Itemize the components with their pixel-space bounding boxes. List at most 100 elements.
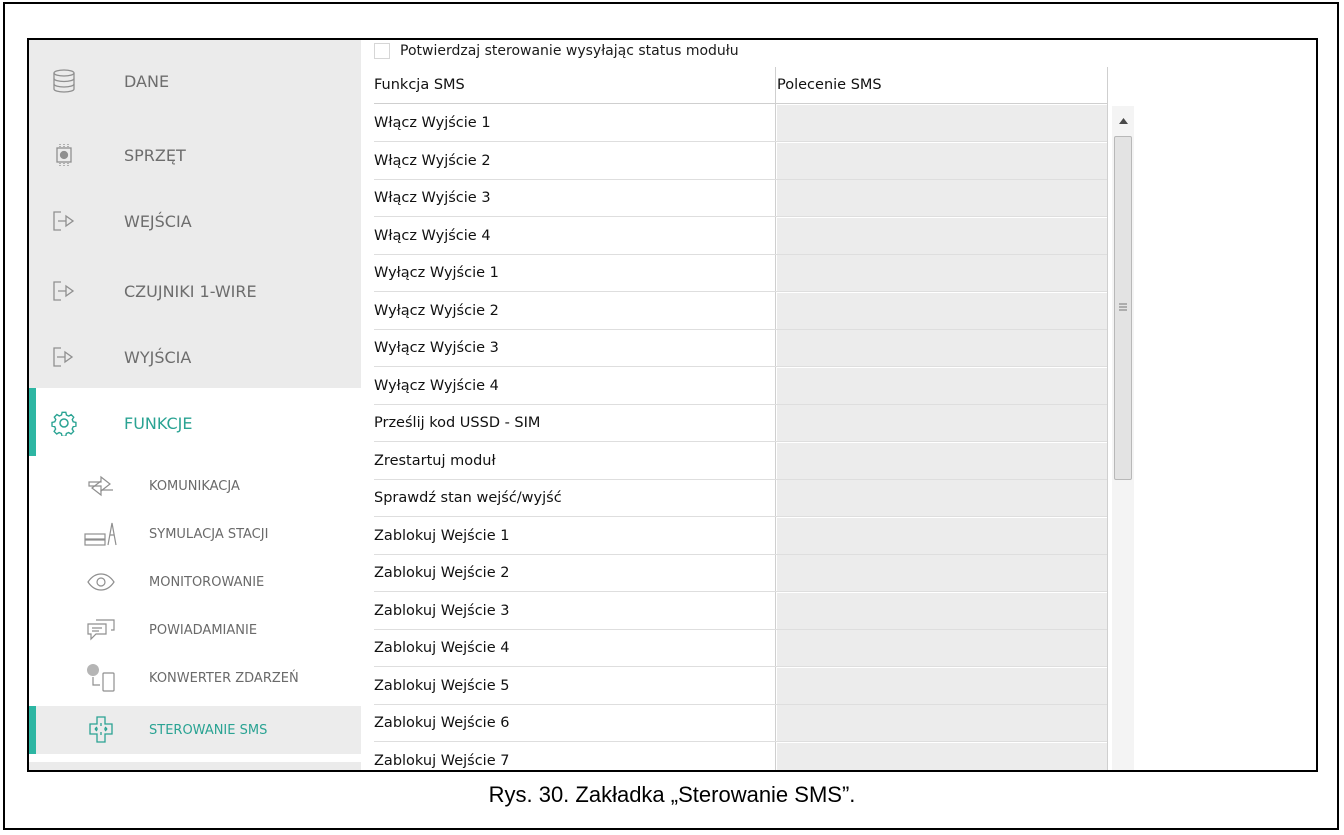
table-row[interactable]: Zablokuj Wejście 3: [374, 592, 1107, 630]
sms-command-cell[interactable]: [777, 292, 1107, 329]
sms-function-cell: Prześlij kod USSD - SIM: [374, 415, 541, 431]
table-row[interactable]: Włącz Wyjście 3: [374, 180, 1107, 217]
table-row[interactable]: Wyłącz Wyjście 1: [374, 255, 1107, 292]
sms-command-cell[interactable]: [777, 142, 1107, 179]
table-row[interactable]: Wyłącz Wyjście 4: [374, 367, 1107, 405]
table-row[interactable]: Zablokuj Wejście 6: [374, 705, 1107, 742]
submenu-item-label: SYMULACJA STACJI: [149, 526, 269, 542]
submenu-item-monitorowanie[interactable]: MONITOROWANIE: [29, 558, 361, 606]
sms-function-cell: Włącz Wyjście 4: [374, 227, 491, 244]
header-divider: [374, 103, 1107, 104]
table-row[interactable]: Zablokuj Wejście 5: [374, 667, 1107, 705]
gear-icon: [51, 410, 77, 436]
eye-icon: [84, 567, 118, 597]
communication-arrows-icon: [84, 471, 118, 501]
table-row[interactable]: Zablokuj Wejście 2: [374, 555, 1107, 592]
sms-function-cell: Włącz Wyjście 2: [374, 152, 491, 169]
grip-icon: [1119, 303, 1127, 311]
sidebar: DANE SPRZĘT WEJŚCIA CZUJNIKI 1-WIRE WYJŚ…: [29, 40, 361, 770]
sms-function-cell: Zablokuj Wejście 5: [374, 677, 510, 694]
figure-caption: Rys. 30. Zakładka „Sterowanie SMS”.: [488, 782, 856, 807]
table-row[interactable]: Zrestartuj moduł: [374, 442, 1107, 480]
app-window: DANE SPRZĘT WEJŚCIA CZUJNIKI 1-WIRE WYJŚ…: [27, 38, 1318, 772]
sidebar-item-label: WYJŚCIA: [124, 347, 192, 367]
scroll-thumb[interactable]: [1114, 136, 1132, 480]
sidebar-item-label: WEJŚCIA: [124, 211, 192, 231]
table-row[interactable]: Włącz Wyjście 1: [374, 105, 1107, 142]
sms-function-cell: Zablokuj Wejście 4: [374, 640, 510, 656]
station-icon: [84, 519, 118, 549]
sms-command-cell[interactable]: [777, 667, 1107, 704]
sidebar-item-label: DANE: [124, 71, 170, 91]
table-row[interactable]: Wyłącz Wyjście 3: [374, 330, 1107, 367]
table-row[interactable]: Wyłącz Wyjście 2: [374, 292, 1107, 330]
sms-function-cell: Zablokuj Wejście 3: [374, 602, 510, 619]
sms-function-cell: Włącz Wyjście 1: [374, 115, 491, 131]
sms-command-cell[interactable]: [777, 592, 1107, 629]
sms-command-cell[interactable]: [777, 630, 1107, 666]
sms-command-cell[interactable]: [777, 405, 1107, 441]
sms-function-cell: Włącz Wyjście 3: [374, 190, 491, 206]
sms-command-cell[interactable]: [777, 480, 1107, 516]
chip-icon: [51, 142, 77, 168]
sidebar-item-label: FUNKCJE: [124, 413, 193, 433]
sms-function-cell: Wyłącz Wyjście 4: [374, 377, 499, 394]
table-row[interactable]: Sprawdź stan wejść/wyjść: [374, 480, 1107, 517]
column-header-command[interactable]: Polecenie SMS: [777, 67, 882, 103]
submenu-item-label: POWIADAMIANIE: [149, 622, 258, 638]
sidebar-item-dane[interactable]: DANE: [29, 46, 361, 116]
submenu-item-label: KONWERTER ZDARZEŃ: [149, 670, 299, 686]
sms-command-cell[interactable]: [777, 442, 1107, 479]
table-row[interactable]: Włącz Wyjście 2: [374, 142, 1107, 180]
sms-command-cell[interactable]: [777, 180, 1107, 216]
submenu-item-label: STEROWANIE SMS: [149, 722, 268, 738]
submenu-item-konwerter[interactable]: KONWERTER ZDARZEŃ: [29, 654, 361, 702]
column-header-function[interactable]: Funkcja SMS: [374, 67, 465, 103]
sidebar-item-label: SPRZĘT: [124, 145, 186, 165]
sms-command-cell[interactable]: [777, 330, 1107, 366]
column-divider: [1107, 67, 1108, 770]
submenu: KOMUNIKACJA SYMULACJA STACJI MONITOROWAN…: [29, 456, 361, 762]
table-row[interactable]: Prześlij kod USSD - SIM: [374, 405, 1107, 442]
sms-command-cell[interactable]: [777, 555, 1107, 591]
table-row[interactable]: Zablokuj Wejście 7: [374, 742, 1107, 770]
confirm-status-checkbox[interactable]: [374, 43, 390, 59]
submenu-item-symulacja[interactable]: SYMULACJA STACJI: [29, 510, 361, 558]
submenu-item-powiadamianie[interactable]: POWIADAMIANIE: [29, 606, 361, 654]
sms-command-cell[interactable]: [777, 105, 1107, 141]
sms-function-cell: Sprawdź stan wejść/wyjść: [374, 490, 562, 506]
submenu-item-label: KOMUNIKACJA: [149, 478, 240, 494]
sms-command-cell[interactable]: [777, 705, 1107, 741]
sms-function-cell: Zablokuj Wejście 7: [374, 752, 510, 769]
submenu-item-komunikacja[interactable]: KOMUNIKACJA: [29, 462, 361, 510]
converter-icon: [84, 663, 118, 693]
sms-function-cell: Zablokuj Wejście 2: [374, 565, 510, 581]
sms-control-icon: [84, 715, 118, 745]
sms-command-cell[interactable]: [777, 367, 1107, 404]
sidebar-item-wyjscia[interactable]: WYJŚCIA: [29, 322, 361, 392]
vertical-scrollbar[interactable]: [1112, 106, 1134, 770]
chat-bubble-icon: [84, 615, 118, 645]
active-indicator: [29, 706, 36, 754]
sms-command-cell[interactable]: [777, 742, 1107, 770]
sms-command-cell[interactable]: [777, 217, 1107, 254]
sidebar-item-sprzet[interactable]: SPRZĘT: [29, 120, 361, 190]
sidebar-item-czujniki[interactable]: CZUJNIKI 1-WIRE: [29, 256, 361, 326]
submenu-item-sterowanie-sms[interactable]: STEROWANIE SMS: [29, 706, 361, 754]
sms-function-cell: Wyłącz Wyjście 2: [374, 302, 499, 319]
sidebar-item-wejscia[interactable]: WEJŚCIA: [29, 186, 361, 256]
confirm-status-label: Potwierdzaj sterowanie wysyłając status …: [400, 43, 739, 59]
input-arrow-icon: [51, 278, 77, 304]
table-row[interactable]: Włącz Wyjście 4: [374, 217, 1107, 255]
confirm-status-option: Potwierdzaj sterowanie wysyłając status …: [374, 40, 739, 62]
sms-command-cell[interactable]: [777, 255, 1107, 291]
scroll-up-arrow-icon[interactable]: [1112, 106, 1134, 136]
table-row[interactable]: Zablokuj Wejście 1: [374, 517, 1107, 555]
sms-function-cell: Wyłącz Wyjście 3: [374, 340, 499, 356]
table-row[interactable]: Zablokuj Wejście 4: [374, 630, 1107, 667]
sms-function-cell: Zablokuj Wejście 1: [374, 527, 510, 544]
active-indicator: [29, 388, 36, 458]
sidebar-item-funkcje[interactable]: FUNKCJE: [29, 388, 361, 458]
sms-command-cell[interactable]: [777, 517, 1107, 554]
database-icon: [51, 68, 77, 94]
